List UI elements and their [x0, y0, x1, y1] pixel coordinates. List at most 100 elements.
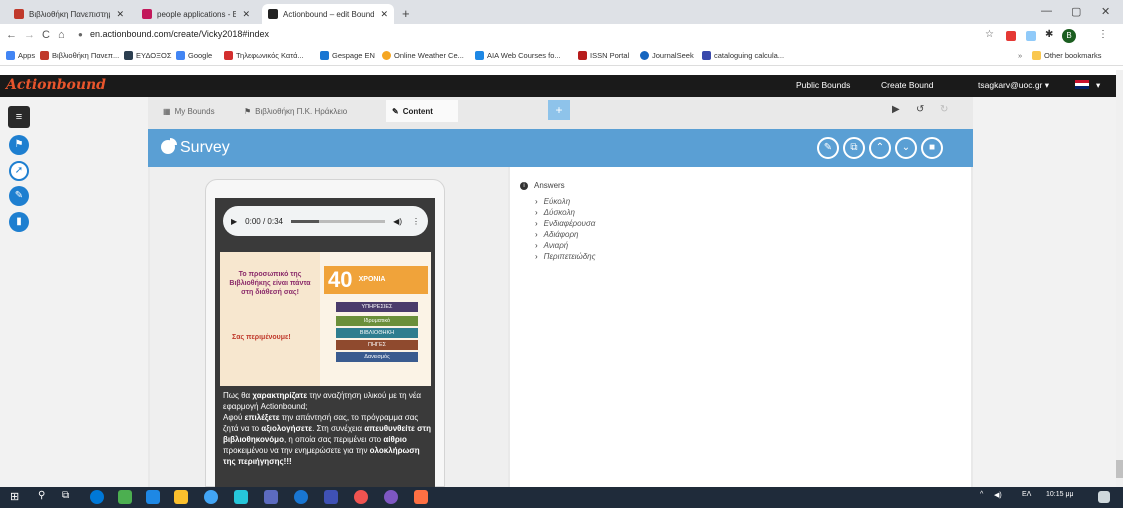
- move-down-icon[interactable]: ⌄: [895, 137, 917, 159]
- window-close-icon[interactable]: ✕: [1101, 5, 1110, 18]
- tab-library[interactable]: Βιβλιοθήκη Πανεπιστημίου Κρήτ ✕: [8, 4, 130, 24]
- app-icon[interactable]: [234, 490, 248, 504]
- extension-icon[interactable]: [1006, 31, 1016, 41]
- public-bounds-link[interactable]: Public Bounds: [796, 80, 850, 90]
- move-up-icon[interactable]: ⌃: [869, 137, 891, 159]
- undo-icon[interactable]: ↺: [916, 104, 924, 115]
- bookmark-label: Online Weather Ce...: [394, 51, 464, 60]
- chevron-down-icon[interactable]: ▾: [1096, 80, 1100, 91]
- audio-menu-icon[interactable]: ⋮: [412, 217, 420, 226]
- task-view-icon[interactable]: ⧉: [62, 490, 69, 501]
- desc-text: Πως θα: [223, 391, 253, 400]
- answer-label: Δύσκολη: [543, 208, 575, 217]
- wrench-tool-icon[interactable]: ✎: [9, 186, 29, 206]
- list-item[interactable]: › Περιπετειώδης: [535, 251, 596, 262]
- language-flag-icon[interactable]: [1075, 80, 1089, 89]
- back-arrow-icon[interactable]: ←: [6, 29, 17, 41]
- bookmark-phonebook[interactable]: Τηλεφωνικός Κατά...: [224, 51, 304, 60]
- tray-chevron-icon[interactable]: ^: [980, 491, 983, 498]
- list-item[interactable]: › Αδιάφορη: [535, 229, 596, 240]
- reload-icon[interactable]: C: [42, 29, 50, 41]
- bookmark-gespage[interactable]: Gespage EN: [320, 51, 375, 60]
- audio-player[interactable]: ▶ 0:00 / 0:34 ◀) ⋮: [223, 206, 428, 236]
- delete-icon[interactable]: ■: [921, 137, 943, 159]
- breadcrumb-label: Βιβλιοθήκη Π.Κ. Ηράκλειο: [255, 106, 348, 116]
- years-label: ΧΡΟΝΙΑ: [358, 276, 386, 283]
- close-icon[interactable]: ✕: [242, 9, 250, 20]
- actionbound-logo[interactable]: Actionbound: [6, 77, 106, 93]
- edit-icon[interactable]: ✎: [817, 137, 839, 159]
- store-icon[interactable]: [174, 490, 188, 504]
- app-icon[interactable]: [414, 490, 428, 504]
- app-icon[interactable]: [204, 490, 218, 504]
- extension-icon[interactable]: [1026, 31, 1036, 41]
- bookmark-google[interactable]: Google: [176, 51, 212, 60]
- url-field[interactable]: en.actionbound.com/create/Vicky2018#inde…: [90, 29, 269, 39]
- bookmark-weather[interactable]: Online Weather Ce...: [382, 51, 464, 60]
- chrome-icon[interactable]: [354, 490, 368, 504]
- tab-actionbound[interactable]: Actionbound – edit Bound | Crea ✕: [262, 4, 394, 24]
- clock[interactable]: 10:15 μμ: [1046, 491, 1074, 498]
- add-element-button[interactable]: +: [548, 100, 570, 120]
- play-icon[interactable]: ▶: [892, 104, 900, 115]
- windows-start-icon[interactable]: ⊞: [10, 490, 19, 503]
- bookmarks-overflow-button[interactable]: »: [1018, 51, 1022, 60]
- list-item[interactable]: › Δύσκολη: [535, 207, 596, 218]
- answers-label: Answers: [534, 181, 565, 190]
- audio-progress-bar[interactable]: [290, 219, 386, 223]
- compass-tool-icon[interactable]: ➚: [9, 161, 29, 181]
- home-icon[interactable]: ⌂: [58, 29, 65, 41]
- list-item[interactable]: › Ενδιαφέρουσα: [535, 218, 596, 229]
- close-icon[interactable]: ✕: [116, 9, 124, 20]
- notifications-icon[interactable]: [1098, 491, 1110, 503]
- search-icon[interactable]: ⚲: [38, 490, 45, 501]
- gespage-icon: [320, 51, 329, 60]
- bookmark-issn[interactable]: ISSN Portal: [578, 51, 629, 60]
- bookmark-cataloguing[interactable]: cataloguing calcula...: [702, 51, 784, 60]
- app-icon[interactable]: [146, 490, 160, 504]
- profile-avatar-icon[interactable]: B: [1062, 29, 1076, 43]
- forward-arrow-icon[interactable]: →: [24, 29, 35, 41]
- maximize-icon[interactable]: ▢: [1071, 5, 1081, 18]
- redo-icon[interactable]: ↻: [940, 104, 948, 115]
- hamburger-menu-icon[interactable]: ≡: [8, 106, 30, 128]
- breadcrumb-my-bounds[interactable]: ▦ My Bounds: [157, 100, 221, 122]
- speaker-icon[interactable]: ◀): [994, 491, 1002, 499]
- breadcrumb-content[interactable]: ✎ Content: [386, 100, 458, 122]
- tab-label: Βιβλιοθήκη Πανεπιστημίου Κρήτ: [29, 9, 110, 19]
- bookmark-library[interactable]: Βιβλιοθήκη Πανεπ...: [40, 51, 119, 60]
- app-icon[interactable]: [384, 490, 398, 504]
- excel-icon[interactable]: [118, 490, 132, 504]
- word-favicon-icon: [142, 9, 152, 19]
- copy-icon[interactable]: ⧉: [843, 137, 865, 159]
- list-item[interactable]: › Εύκολη: [535, 196, 596, 207]
- bookmark-apps[interactable]: Apps: [6, 51, 35, 60]
- scrollbar-thumb[interactable]: [1116, 460, 1123, 478]
- stats-tool-icon[interactable]: ▮: [9, 212, 29, 232]
- edge-icon[interactable]: [90, 490, 104, 504]
- app-icon[interactable]: [324, 490, 338, 504]
- app-icon[interactable]: [264, 490, 278, 504]
- page-scrollbar[interactable]: [1116, 70, 1123, 487]
- bookmark-aia[interactable]: AIA Web Courses fo...: [475, 51, 561, 60]
- answer-label: Ανιαρή: [543, 241, 569, 250]
- bookmark-eudoxus[interactable]: ΕΥΔΟΞΟΣ: [124, 51, 171, 60]
- bookmark-journalseek[interactable]: JournalSeek: [640, 51, 694, 60]
- breadcrumb-bound[interactable]: ⚑ Βιβλιοθήκη Π.Κ. Ηράκλειο: [238, 100, 353, 122]
- new-tab-button[interactable]: +: [402, 6, 410, 21]
- minimize-icon[interactable]: —: [1041, 5, 1052, 17]
- flag-tool-icon[interactable]: ⚑: [9, 135, 29, 155]
- close-icon[interactable]: ✕: [380, 9, 388, 20]
- volume-icon[interactable]: ◀): [393, 217, 402, 226]
- puzzle-icon[interactable]: ✱: [1045, 29, 1053, 40]
- list-item[interactable]: › Ανιαρή: [535, 240, 596, 251]
- tab-word[interactable]: people applications - Edit - Word ✕: [136, 4, 256, 24]
- play-icon[interactable]: ▶: [231, 217, 237, 226]
- language-indicator[interactable]: ΕΛ: [1022, 491, 1031, 498]
- user-menu[interactable]: tsagkarv@uoc.gr ▾: [978, 80, 1049, 91]
- menu-dots-icon[interactable]: ⋮: [1098, 29, 1108, 40]
- create-bound-link[interactable]: Create Bound: [881, 80, 933, 90]
- star-icon[interactable]: ☆: [985, 29, 994, 40]
- app-icon[interactable]: [294, 490, 308, 504]
- other-bookmarks[interactable]: Other bookmarks: [1032, 51, 1102, 60]
